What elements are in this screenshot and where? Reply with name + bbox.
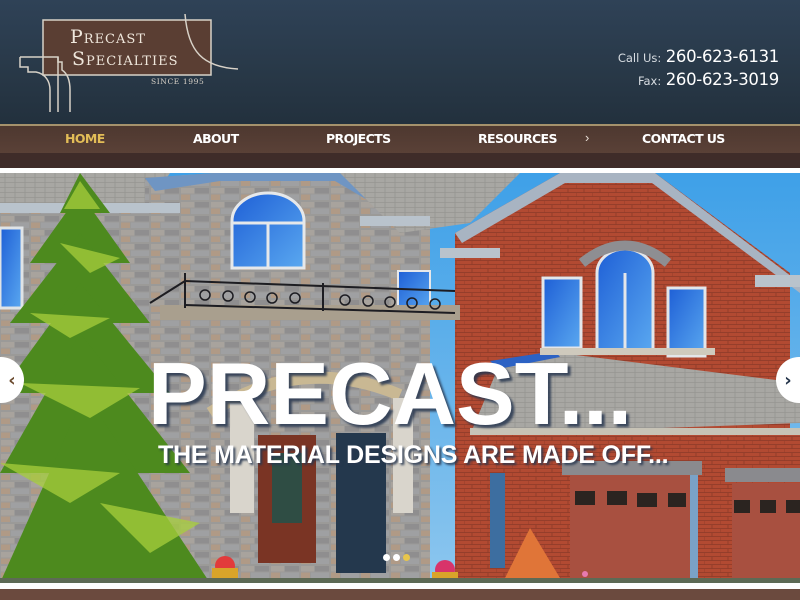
nav-item-about[interactable]: ABOUT (193, 131, 239, 146)
fax-number: 260-623-3019 (665, 70, 780, 89)
nav-sub-bar (0, 153, 800, 168)
logo-title-line2: Specialties (72, 48, 179, 70)
slider-pagination (383, 554, 410, 561)
main-nav: HOME ABOUT PROJECTS RESOURCES › CONTACT … (0, 126, 800, 153)
logo[interactable]: Precast Specialties SINCE 1995 (18, 12, 240, 114)
chevron-right-icon: › (784, 369, 792, 391)
fax-label: Fax: (637, 74, 662, 88)
slider-dot-1[interactable] (383, 554, 390, 561)
next-section-bar (0, 589, 800, 600)
logo-title: Precast Specialties (70, 26, 179, 70)
submenu-chevron-icon[interactable]: › (585, 130, 589, 145)
contact-info: Call Us: 260-623-6131 Fax: 260-623-3019 (618, 46, 779, 92)
logo-since: SINCE 1995 (151, 77, 205, 86)
slider-dot-2[interactable] (393, 554, 400, 561)
phone-row: Call Us: 260-623-6131 (618, 46, 779, 69)
nav-item-projects[interactable]: PROJECTS (326, 131, 391, 146)
nav-item-home[interactable]: HOME (65, 131, 105, 146)
slider-dot-3[interactable] (403, 554, 410, 561)
nav-item-contact-us[interactable]: CONTACT US (642, 131, 725, 146)
hero-title: PRECAST... (148, 344, 633, 443)
hero-slider: PRECAST... THE MATERIAL DESIGNS ARE MADE… (0, 173, 800, 583)
phone-number[interactable]: 260-623-6131 (666, 47, 780, 66)
logo-title-line1: Precast (70, 26, 146, 48)
nav-item-resources[interactable]: RESOURCES (478, 131, 557, 146)
chevron-left-icon: ‹ (8, 369, 16, 391)
fax-row: Fax: 260-623-3019 (618, 69, 779, 92)
site-header: Precast Specialties SINCE 1995 Call Us: … (0, 0, 800, 125)
phone-label: Call Us: (617, 51, 662, 65)
hero-subtitle: THE MATERIAL DESIGNS ARE MADE OFF... (158, 441, 669, 469)
